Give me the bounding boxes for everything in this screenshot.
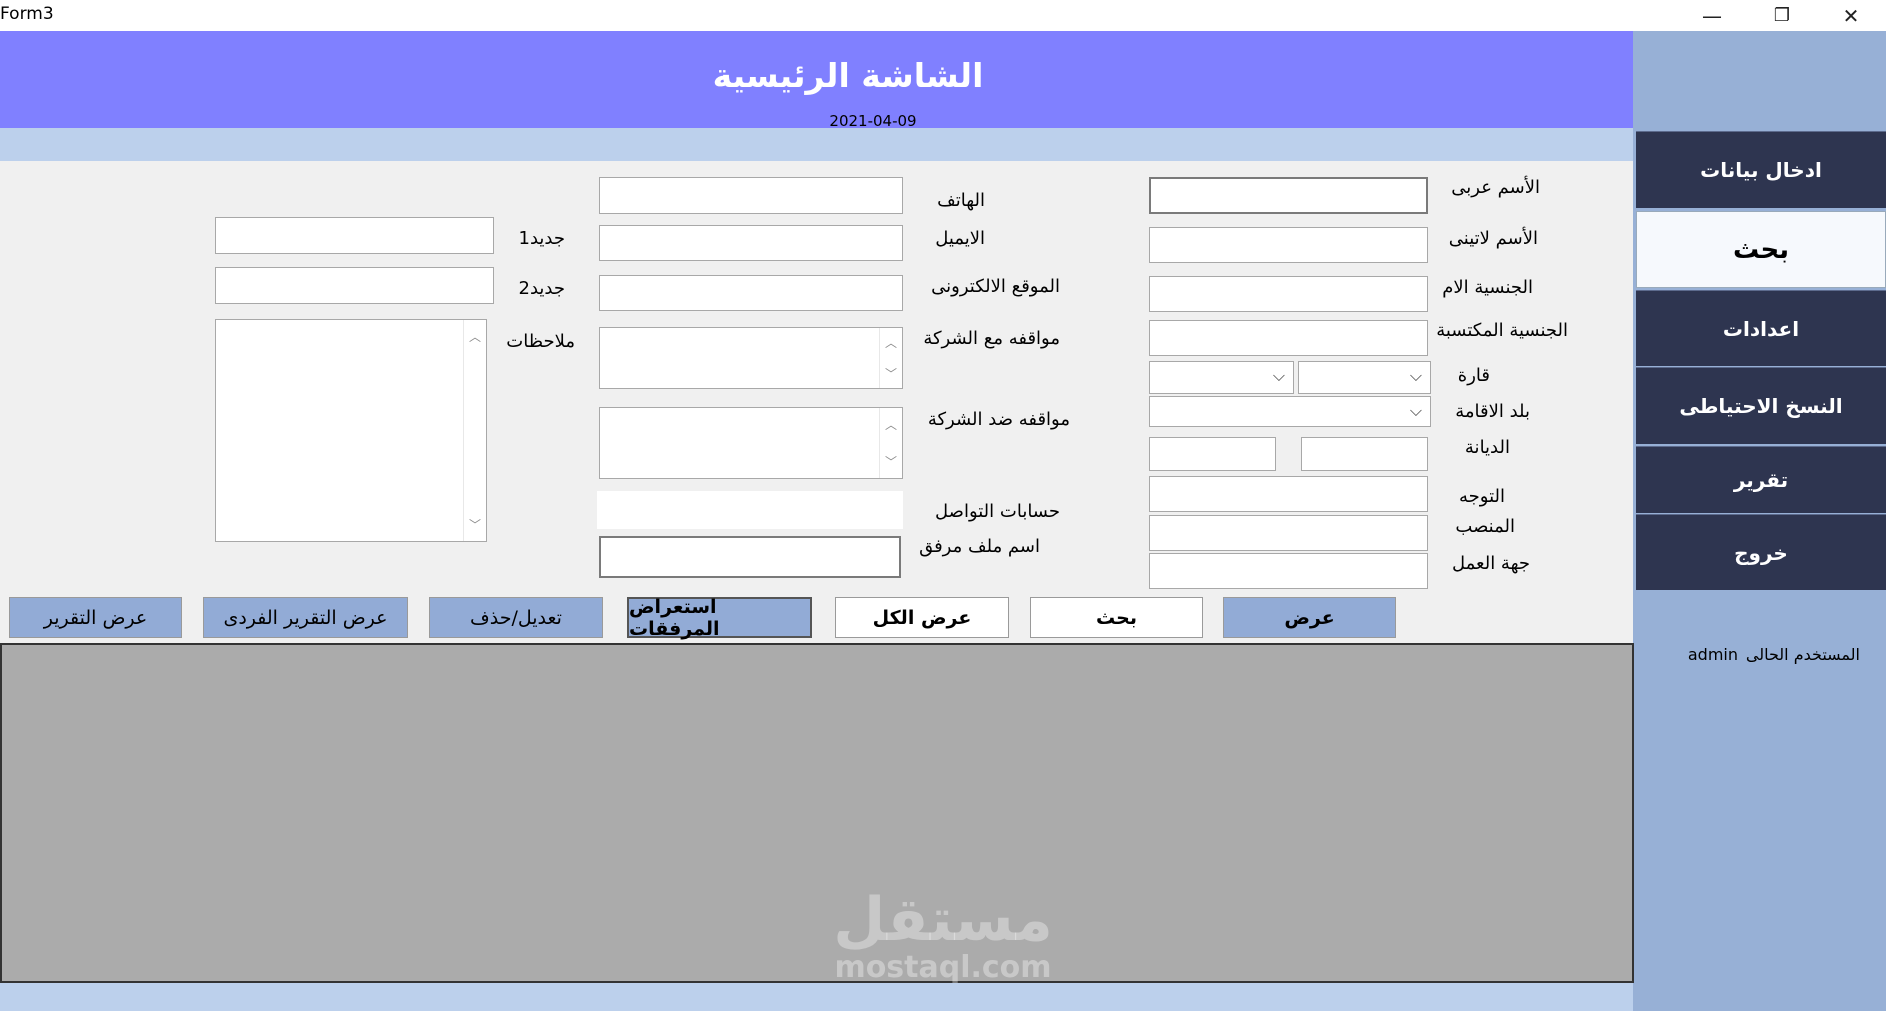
mother-nationality-label: الجنسية الام <box>1442 277 1533 298</box>
new2-label: جديد2 <box>518 278 566 299</box>
button-label: بحث <box>1096 606 1137 629</box>
religion-input[interactable] <box>1301 437 1428 471</box>
religion-input-secondary[interactable] <box>1149 437 1276 471</box>
restore-icon: ❐ <box>1773 5 1791 26</box>
close-icon: ✕ <box>1842 3 1860 28</box>
latin-name-input[interactable] <box>1149 227 1428 263</box>
new1-label: جديد1 <box>518 228 566 249</box>
orientation-label: التوجه <box>1459 486 1505 507</box>
notes-memo[interactable]: ︿ ﹀ <box>215 319 487 542</box>
search-button[interactable]: بحث <box>1030 597 1203 638</box>
latin-name-label: الأسم لاتينى <box>1448 228 1538 249</box>
button-label: عرض <box>1284 606 1335 629</box>
attachment-name-label: اسم ملف مرفق <box>919 536 1040 557</box>
residence-country-label: بلد الاقامة <box>1455 401 1530 422</box>
residence-country-select[interactable]: ⌵ <box>1149 396 1431 427</box>
pro-company-memo[interactable]: ︿ ﹀ <box>599 327 903 389</box>
acquired-nationality-input[interactable] <box>1149 320 1428 356</box>
social-accounts-input[interactable] <box>597 491 903 529</box>
sidebar-item-label: خروج <box>1734 540 1788 565</box>
orientation-input[interactable] <box>1149 476 1428 512</box>
report-button[interactable]: عرض التقرير <box>9 597 182 638</box>
scroll-down-icon[interactable]: ﹀ <box>469 516 481 533</box>
sidebar-item-data-entry[interactable]: ادخال بيانات <box>1636 131 1886 208</box>
title-bar <box>0 0 1886 31</box>
email-label: الايميل <box>935 228 985 249</box>
window-title: Form3 <box>0 4 54 24</box>
against-company-memo[interactable]: ︿ ﹀ <box>599 407 903 479</box>
watermark-logo: مستقل <box>833 885 1053 955</box>
chevron-down-icon: ⌵ <box>1409 401 1422 420</box>
minimize-button[interactable]: — <box>1677 0 1747 31</box>
individual-report-button[interactable]: عرض التقرير الفردى <box>203 597 408 638</box>
continent-secondary-select[interactable]: ⌵ <box>1149 361 1294 394</box>
email-input[interactable] <box>599 225 903 261</box>
social-accounts-label: حسابات التواصل <box>935 501 1060 522</box>
sidebar-item-search[interactable]: بحث <box>1636 211 1886 288</box>
sidebar-item-label: ادخال بيانات <box>1700 158 1822 182</box>
phone-label: الهاتف <box>937 190 985 211</box>
scroll-down-icon[interactable]: ﹀ <box>885 453 897 470</box>
results-grid[interactable] <box>0 643 1634 983</box>
browse-attachments-button[interactable]: استعراض المرفقات <box>627 595 812 640</box>
scrollbar[interactable] <box>463 320 486 541</box>
notes-label: ملاحظات <box>506 331 575 352</box>
button-label: عرض التقرير <box>43 606 148 629</box>
minimize-icon: — <box>1702 3 1722 28</box>
sidebar-item-label: اعدادات <box>1722 316 1800 341</box>
button-label: استعراض المرفقات <box>629 595 720 640</box>
show-button[interactable]: عرض <box>1223 597 1396 638</box>
against-company-label: مواقفه ضد الشركة <box>927 409 1070 430</box>
website-label: الموقع الالكترونى <box>931 276 1060 297</box>
sidebar-item-exit[interactable]: خروج <box>1636 514 1886 590</box>
sidebar-item-backup[interactable]: النسخ الاحتياطى <box>1636 367 1886 444</box>
position-input[interactable] <box>1149 515 1428 551</box>
sidebar-item-settings[interactable]: اعدادات <box>1636 290 1886 366</box>
edit-delete-button[interactable]: تعديل/حذف <box>429 597 603 638</box>
phone-input[interactable] <box>599 177 903 214</box>
current-user-value: admin <box>1687 645 1738 664</box>
button-label: عرض الكل <box>872 606 972 629</box>
page-title: الشاشة الرئيسية <box>712 56 984 95</box>
show-all-button[interactable]: عرض الكل <box>835 597 1009 638</box>
employer-label: جهة العمل <box>1451 553 1530 574</box>
sidebar-item-label: النسخ الاحتياطى <box>1679 394 1843 418</box>
arabic-name-input[interactable] <box>1149 177 1428 214</box>
restore-button[interactable]: ❐ <box>1747 0 1817 31</box>
sidebar-item-report[interactable]: تقرير <box>1636 446 1886 513</box>
button-label: عرض التقرير الفردى <box>223 606 388 629</box>
new1-input[interactable] <box>215 217 494 254</box>
scroll-up-icon[interactable]: ︿ <box>885 334 897 351</box>
scroll-up-icon[interactable]: ︿ <box>885 416 897 433</box>
position-label: المنصب <box>1455 516 1515 537</box>
new2-input[interactable] <box>215 267 494 304</box>
pro-company-label: مواقفه مع الشركة <box>923 328 1060 349</box>
header-band <box>0 128 1633 161</box>
footer-band <box>0 983 1633 1011</box>
scroll-up-icon[interactable]: ︿ <box>469 328 481 345</box>
religion-label: الديانة <box>1464 437 1510 458</box>
acquired-nationality-label: الجنسية المكتسبة <box>1436 320 1568 341</box>
close-button[interactable]: ✕ <box>1816 0 1886 31</box>
sidebar-item-label: تقرير <box>1733 468 1789 492</box>
employer-input[interactable] <box>1149 553 1428 589</box>
chevron-down-icon: ⌵ <box>1409 366 1422 385</box>
arabic-name-label: الأسم عربى <box>1451 177 1540 198</box>
sidebar-item-label: بحث <box>1732 234 1790 265</box>
continent-label: قارة <box>1457 365 1490 386</box>
attachment-name-input[interactable] <box>599 536 901 578</box>
mother-nationality-input[interactable] <box>1149 276 1428 312</box>
watermark-domain: mostaql.com <box>834 950 1052 985</box>
scroll-down-icon[interactable]: ﹀ <box>885 365 897 382</box>
button-label: تعديل/حذف <box>470 606 562 629</box>
continent-select[interactable]: ⌵ <box>1298 361 1431 394</box>
chevron-down-icon: ⌵ <box>1272 366 1285 385</box>
website-input[interactable] <box>599 275 903 311</box>
